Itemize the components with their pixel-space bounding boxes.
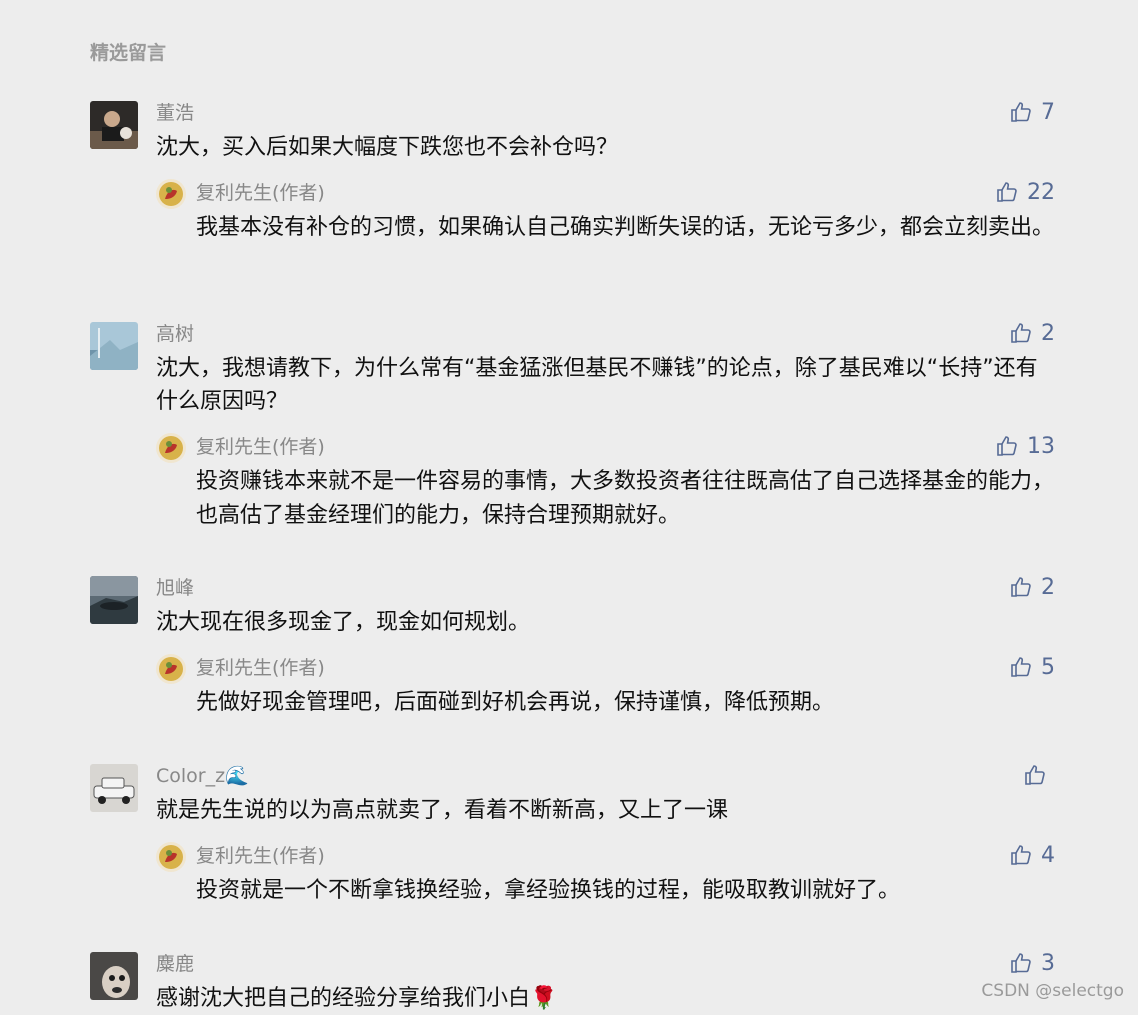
reply-text: 我基本没有补仓的习惯，如果确认自己确实判断失误的话，无论亏多少，都会立刻卖出。 [196,215,1055,240]
like-count: 5 [1041,654,1055,680]
reply-text: 投资就是一个不断拿钱换经验，拿经验换钱的过程，能吸取教训就好了。 [196,878,901,903]
like-count: 4 [1041,842,1055,868]
like-count: 3 [1041,950,1055,976]
thumbs-up-icon [1009,575,1033,599]
like-button[interactable]: 5 [1009,652,1055,682]
avatar[interactable] [90,764,138,812]
comment-text: 沈大，买入后如果大幅度下跌您也不会补仓吗？ [156,135,619,160]
avatar[interactable] [90,322,138,370]
like-button[interactable]: 3 [1009,948,1055,978]
reply-text: 投资赚钱本来就不是一件容易的事情，大多数投资者往往既高估了自己选择基金的能力，也… [196,469,1055,528]
comment-author[interactable]: 旭峰 [156,576,194,600]
like-button[interactable]: 2 [1009,572,1055,602]
author-avatar[interactable] [156,654,186,684]
comment-text: 沈大现在很多现金了，现金如何规划。 [156,610,531,635]
like-count: 2 [1041,574,1055,600]
comment-author[interactable]: 高树 [156,322,194,346]
like-button[interactable]: 22 [995,177,1055,207]
like-count: 22 [1027,179,1055,205]
reply-author[interactable]: 复利先生(作者) [196,844,325,868]
like-button[interactable]: 2 [1009,318,1055,348]
like-count: 2 [1041,320,1055,346]
thumbs-up-icon [1009,321,1033,345]
thumbs-up-icon [995,434,1019,458]
section-title: 精选留言 [90,42,167,64]
thumbs-up-icon [1009,100,1033,124]
comment-text: 感谢沈大把自己的经验分享给我们小白🌹 [156,986,558,1011]
reply-text: 先做好现金管理吧，后面碰到好机会再说，保持谨慎，降低预期。 [196,690,835,715]
avatar[interactable] [90,101,138,149]
author-avatar[interactable] [156,842,186,872]
like-count: 7 [1041,99,1055,125]
like-button[interactable]: 7 [1009,97,1055,127]
comment-author[interactable]: 麋鹿 [156,952,194,976]
author-avatar[interactable] [156,179,186,209]
like-count: 13 [1027,433,1055,459]
author-avatar[interactable] [156,433,186,463]
like-button[interactable]: 13 [995,431,1055,461]
reply-author[interactable]: 复利先生(作者) [196,181,325,205]
thumbs-up-icon [1009,655,1033,679]
reply-author[interactable]: 复利先生(作者) [196,435,325,459]
reply-author[interactable]: 复利先生(作者) [196,656,325,680]
like-button[interactable] [1023,760,1055,790]
avatar[interactable] [90,576,138,624]
thumbs-up-icon [1023,763,1047,787]
thumbs-up-icon [1009,951,1033,975]
thumbs-up-icon [995,180,1019,204]
comment-author[interactable]: Color_z🌊 [156,764,249,788]
thumbs-up-icon [1009,843,1033,867]
comment-author[interactable]: 董浩 [156,101,194,125]
watermark: CSDN @selectgo [981,981,1124,1001]
like-button[interactable]: 4 [1009,840,1055,870]
comment-text: 就是先生说的以为高点就卖了，看着不断新高，又上了一课 [156,798,729,823]
avatar[interactable] [90,952,138,1000]
comment-text: 沈大，我想请教下，为什么常有“基金猛涨但基民不赚钱”的论点，除了基民难以“长持”… [156,356,1038,414]
